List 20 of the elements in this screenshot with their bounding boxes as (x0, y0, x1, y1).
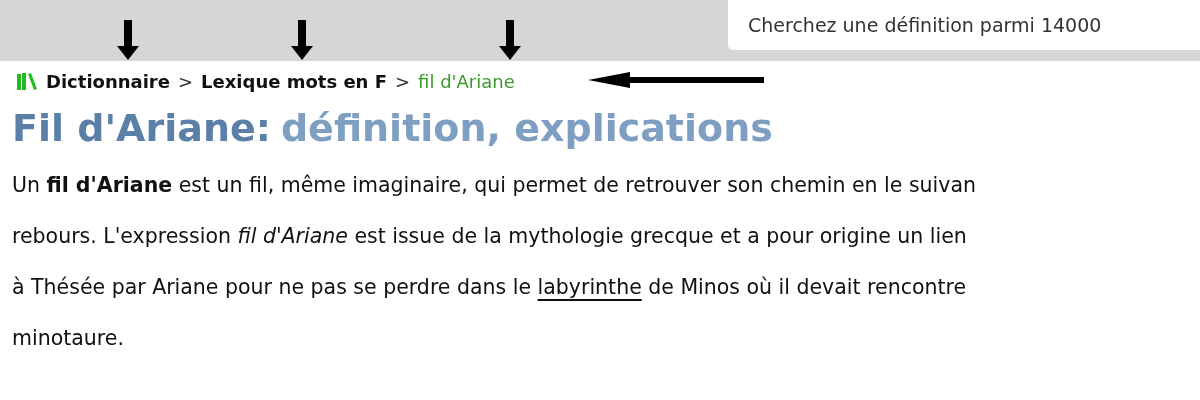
title-separator: : (255, 106, 271, 150)
down-arrow-icon (117, 20, 139, 60)
books-icon (16, 71, 38, 91)
paragraph-text: minotaure. (12, 326, 124, 350)
breadcrumb-separator: > (395, 70, 411, 92)
breadcrumb-link[interactable]: fil d'Ariane (418, 70, 515, 92)
paragraph-text: à Thésée par Ariane pour ne pas se perdre dans le (12, 275, 533, 299)
paragraph-text: rebours. L'expression fil d'Ariane est issue de la mythologie grecque et a pour origine un lien (12, 224, 967, 248)
breadcrumb-link[interactable]: Dictionnaire (46, 70, 170, 92)
down-arrow-icon (499, 20, 521, 60)
text-link[interactable]: labyrinthe (537, 275, 642, 299)
page-title: Fil d'Ariane (12, 106, 256, 150)
paragraph-text: de Minos où il devait rencontre (647, 275, 967, 299)
paragraph-text: Un fil d'Ariane est un fil, même imaginaire, qui permet de retrouver son chemin en le suivan (12, 173, 976, 197)
down-arrow-icon (291, 20, 313, 60)
search-field[interactable]: Cherchez une définition parmi 14000 (728, 0, 1200, 50)
page-subtitle: définition, explications (280, 106, 773, 150)
breadcrumb-separator: > (177, 70, 194, 92)
left-arrow-icon (588, 72, 764, 88)
breadcrumb-link[interactable]: Lexique mots en F (201, 70, 387, 92)
